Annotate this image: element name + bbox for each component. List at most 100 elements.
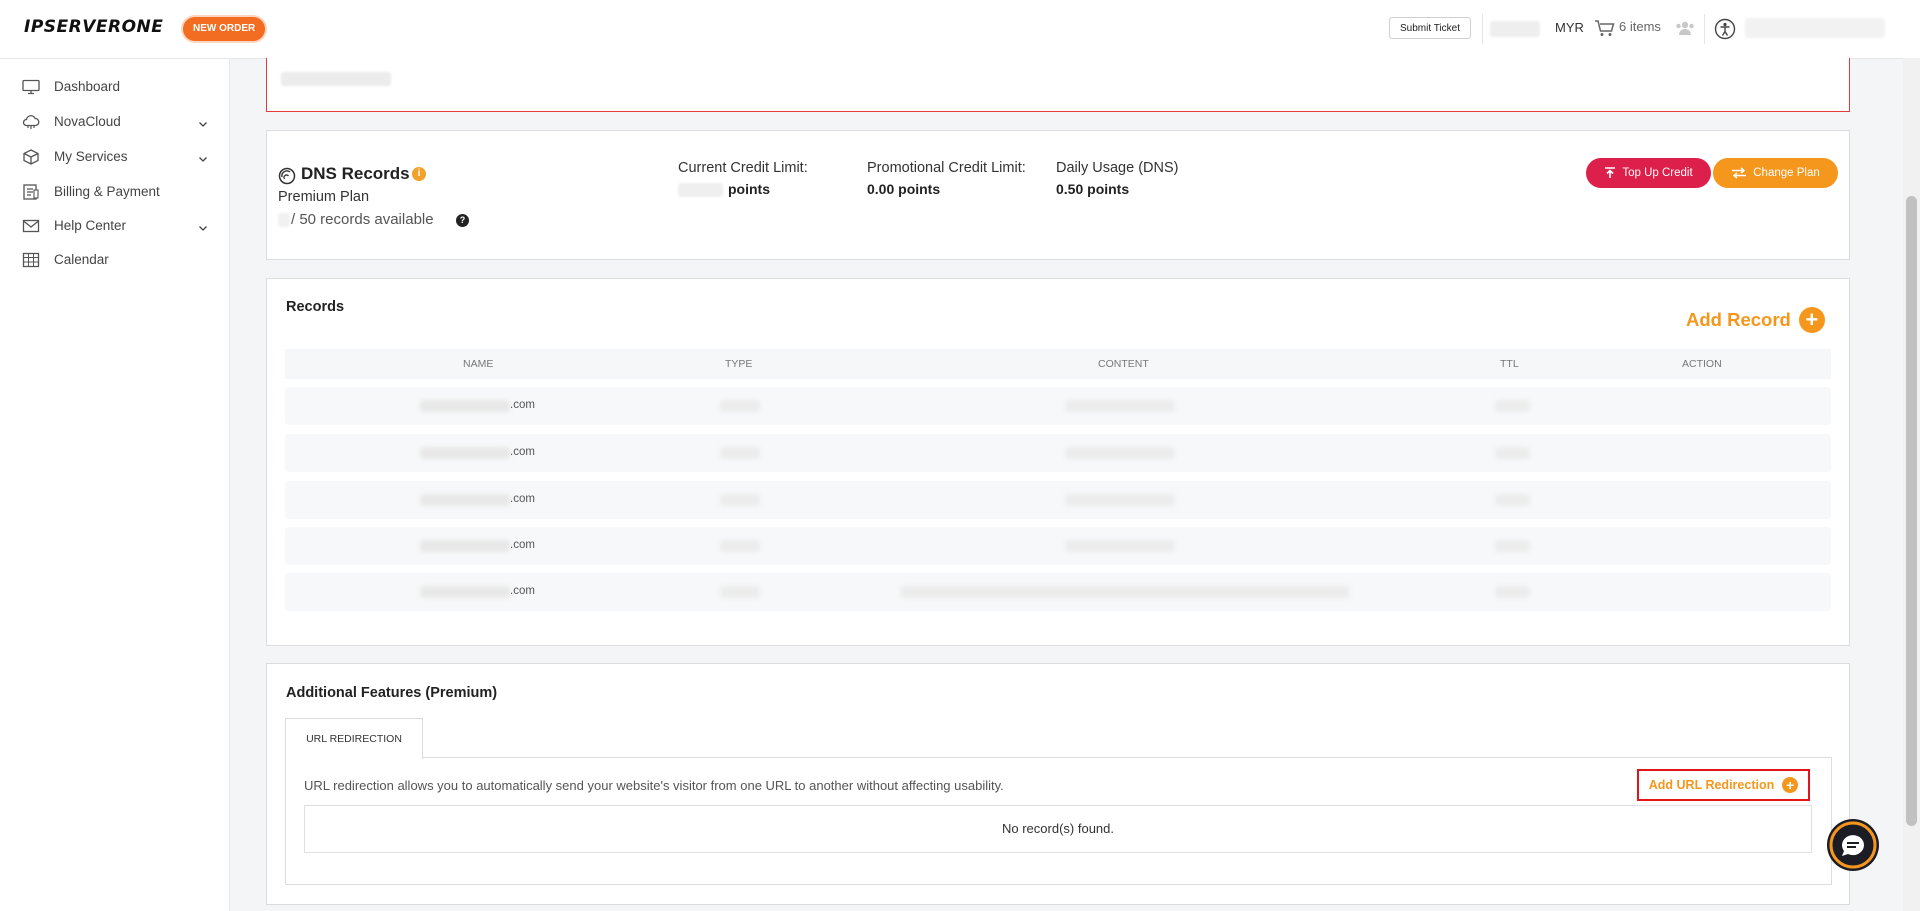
invoice-icon (22, 184, 40, 203)
sidebar-item-novacloud[interactable]: NovaCloud (22, 110, 212, 136)
chat-button[interactable] (1827, 819, 1879, 871)
redacted-credit-value (678, 183, 723, 197)
redacted-record-type (720, 400, 760, 412)
redacted-record-name (420, 586, 510, 598)
records-heading: Records (286, 299, 345, 315)
tab-url-redirection[interactable]: URL REDIRECTION (285, 718, 423, 759)
redacted-record-type (720, 540, 760, 552)
record-name-suffix: .com (510, 446, 535, 458)
accessibility-icon[interactable] (1714, 18, 1736, 45)
mail-icon (22, 218, 40, 237)
column-header-type: TYPE (725, 358, 753, 370)
submit-ticket-button[interactable]: Submit Ticket (1389, 17, 1472, 39)
redacted-record-ttl (1495, 586, 1530, 598)
info-icon[interactable]: i (412, 167, 426, 181)
calendar-icon (22, 252, 40, 271)
redacted-record-content (1065, 494, 1175, 506)
monitor-icon (22, 79, 40, 98)
redirection-list: No record(s) found. (304, 805, 1812, 853)
team-icon[interactable] (1675, 20, 1695, 41)
chevron-down-icon (198, 151, 208, 166)
add-url-redirection-button[interactable]: Add URL Redirection + (1637, 769, 1810, 801)
records-available: / 50 records available (291, 211, 434, 228)
sidebar: Dashboard NovaCloud My Services Billing … (0, 59, 230, 911)
sidebar-item-label: Billing & Payment (54, 184, 160, 199)
new-order-button[interactable]: NEW ORDER (183, 17, 266, 41)
plan-name: Premium Plan (278, 189, 370, 205)
sidebar-item-dashboard[interactable]: Dashboard (22, 75, 212, 101)
sidebar-item-label: Dashboard (54, 79, 121, 94)
redacted-record-count (278, 213, 290, 227)
table-row[interactable]: .com (285, 481, 1831, 519)
chevron-down-icon (198, 220, 208, 235)
sidebar-item-billing[interactable]: Billing & Payment (22, 180, 212, 206)
redacted-record-type (720, 586, 760, 598)
brand-logo[interactable]: IPSERVERONE (24, 17, 163, 37)
divider (1482, 14, 1483, 44)
promo-credit-label: Promotional Credit Limit: (867, 160, 1026, 176)
column-header-ttl: TTL (1500, 358, 1519, 370)
table-row[interactable]: .com (285, 434, 1831, 472)
box-icon (22, 149, 40, 168)
promo-credit-value: 0.00 points (867, 181, 941, 197)
add-record-button[interactable]: Add Record + (1686, 307, 1825, 333)
redacted-record-content (900, 586, 1350, 598)
sidebar-item-my-services[interactable]: My Services (22, 145, 212, 171)
current-credit-label: Current Credit Limit: (678, 160, 808, 176)
redacted-record-type (720, 494, 760, 506)
table-row[interactable]: .com (285, 387, 1831, 425)
redacted-record-ttl (1495, 400, 1530, 412)
redacted-record-name (420, 400, 510, 412)
chat-icon (1829, 821, 1877, 869)
sidebar-item-label: NovaCloud (54, 114, 121, 129)
cart-count[interactable]: 6 items (1619, 19, 1661, 34)
swap-icon (1732, 167, 1747, 179)
sidebar-item-calendar[interactable]: Calendar (22, 248, 212, 274)
record-name-suffix: .com (510, 493, 535, 505)
upload-icon (1605, 167, 1616, 178)
record-name-suffix: .com (510, 585, 535, 597)
record-name-suffix: .com (510, 399, 535, 411)
sidebar-item-help-center[interactable]: Help Center (22, 214, 212, 240)
sidebar-item-label: My Services (54, 149, 128, 164)
redacted-record-content (1065, 447, 1175, 459)
table-row[interactable]: .com (285, 527, 1831, 565)
redacted-account-name (1745, 18, 1885, 38)
dns-icon (278, 167, 296, 190)
cart-icon[interactable] (1594, 19, 1616, 42)
add-url-redirection-label: Add URL Redirection (1648, 778, 1775, 792)
column-header-name: NAME (463, 358, 494, 370)
top-up-credit-button[interactable]: Top Up Credit (1586, 158, 1711, 188)
current-credit-unit: points (728, 181, 770, 197)
empty-state-message: No record(s) found. (1002, 821, 1114, 836)
redacted-record-content (1065, 400, 1175, 412)
record-name-suffix: .com (510, 539, 535, 551)
dns-records-title: DNS Records (301, 164, 410, 183)
chevron-down-icon (198, 116, 208, 131)
redacted-record-name (420, 447, 510, 459)
redacted-record-ttl (1495, 540, 1530, 552)
help-icon[interactable]: ? (456, 214, 469, 227)
daily-usage-label: Daily Usage (DNS) (1056, 160, 1179, 176)
redacted-record-content (1065, 540, 1175, 552)
daily-usage-value: 0.50 points (1056, 181, 1130, 197)
plus-circle-icon: + (1798, 307, 1825, 333)
additional-features-title: Additional Features (Premium) (286, 685, 498, 701)
scrollbar-thumb[interactable] (1906, 196, 1917, 826)
redacted-record-type (720, 447, 760, 459)
table-row[interactable]: .com (285, 573, 1831, 611)
add-record-label: Add Record (1686, 309, 1791, 330)
records-table-header: NAME TYPE CONTENT TTL ACTION (285, 349, 1831, 379)
redacted-record-ttl (1495, 494, 1530, 506)
plus-circle-icon: + (1782, 777, 1799, 793)
url-redirection-description: URL redirection allows you to automatica… (304, 778, 1004, 793)
top-bar: IPSERVERONE NEW ORDER Submit Ticket MYR … (0, 0, 1920, 59)
redacted-record-name (420, 494, 510, 506)
change-plan-button[interactable]: Change Plan (1713, 158, 1838, 188)
redacted-record-ttl (1495, 447, 1530, 459)
sidebar-item-label: Calendar (54, 252, 109, 267)
sidebar-item-label: Help Center (54, 218, 127, 233)
change-plan-label: Change Plan (1753, 167, 1820, 179)
currency-selector[interactable]: MYR (1555, 20, 1584, 35)
redacted-balance (1490, 21, 1540, 37)
